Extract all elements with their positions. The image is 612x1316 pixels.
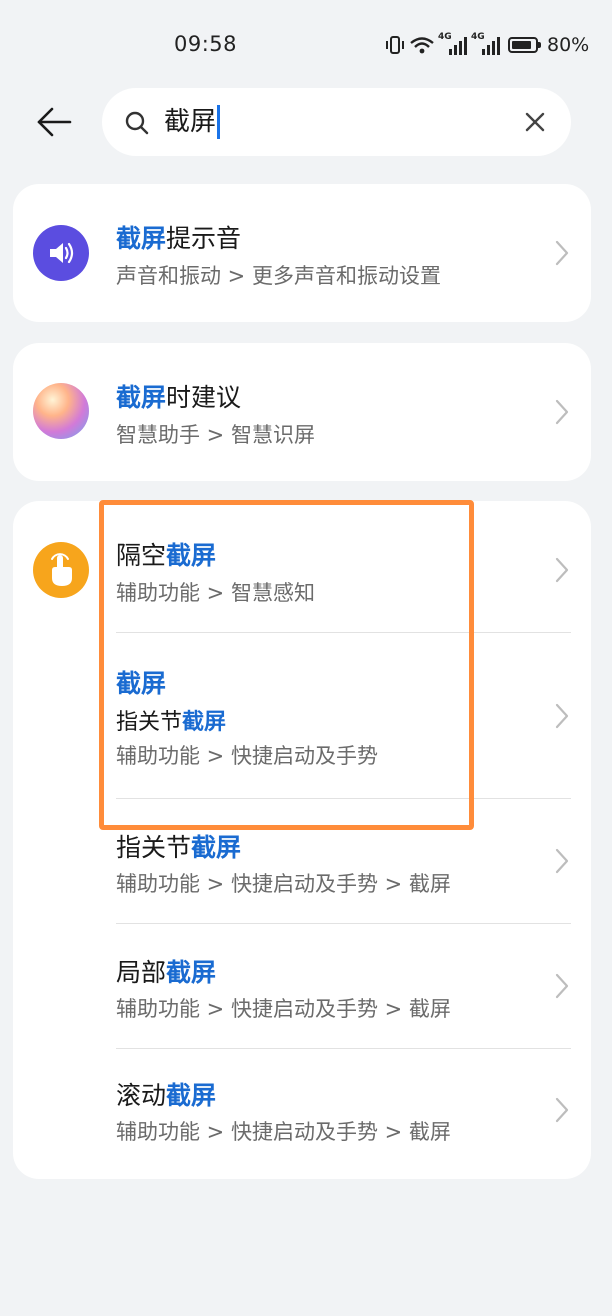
chevron-right-icon [555, 703, 569, 729]
arrow-left-icon [37, 107, 72, 137]
result-path: 辅助功能 > 智慧感知 [116, 581, 315, 605]
chevron-right-icon [555, 848, 569, 874]
search-query: 截屏 [164, 107, 217, 137]
result-path: 辅助功能 > 快捷启动及手势 [116, 744, 378, 768]
search-icon [125, 111, 149, 135]
search-box[interactable]: 截屏 [102, 88, 571, 156]
wifi-icon [410, 37, 434, 54]
result-path: 辅助功能 > 快捷启动及手势 > 截屏 [116, 872, 451, 896]
close-icon [525, 112, 545, 132]
result-title: 隔空截屏 [116, 541, 217, 570]
chevron-right-icon [555, 973, 569, 999]
result-title: 滚动截屏 [116, 1081, 217, 1110]
result-card: 截屏时建议 智慧助手 > 智慧识屏 [13, 343, 591, 481]
search-input[interactable]: 截屏 [164, 104, 221, 140]
result-card: 隔空截屏 辅助功能 > 智慧感知 截屏 指关节截屏 辅助功能 > 快捷启动及手势… [13, 501, 591, 1179]
result-card: 截屏提示音 声音和振动 > 更多声音和振动设置 [13, 184, 591, 322]
chevron-right-icon [555, 240, 569, 266]
result-title: 截屏 [116, 669, 167, 698]
result-title: 局部截屏 [116, 958, 217, 987]
result-path: 辅助功能 > 快捷启动及手势 > 截屏 [116, 997, 451, 1021]
status-time: 09:58 [174, 32, 238, 56]
signal-icon: 4G [471, 33, 501, 57]
result-scrolling-screenshot[interactable]: 滚动截屏 辅助功能 > 快捷启动及手势 > 截屏 [13, 1048, 591, 1179]
result-partial-screenshot[interactable]: 局部截屏 辅助功能 > 快捷启动及手势 > 截屏 [13, 923, 591, 1048]
result-title: 截屏提示音 [116, 224, 242, 253]
status-icons: 4G 4G 80% [384, 30, 589, 60]
text-caret [217, 105, 221, 139]
battery-icon [508, 37, 541, 53]
back-button[interactable] [34, 102, 74, 142]
signal-icon: 4G [438, 33, 468, 57]
result-screenshot-suggestion[interactable]: 截屏时建议 智慧助手 > 智慧识屏 [13, 343, 591, 481]
chevron-right-icon [555, 557, 569, 583]
celia-orb-icon [33, 383, 89, 439]
result-screenshot[interactable]: 截屏 指关节截屏 辅助功能 > 快捷启动及手势 [13, 632, 591, 799]
result-title: 截屏时建议 [116, 383, 242, 412]
result-knuckle-screenshot[interactable]: 指关节截屏 辅助功能 > 快捷启动及手势 > 截屏 [13, 798, 591, 923]
result-path: 辅助功能 > 快捷启动及手势 > 截屏 [116, 1120, 451, 1144]
chevron-right-icon [555, 399, 569, 425]
result-path: 声音和振动 > 更多声音和振动设置 [116, 264, 441, 288]
speaker-icon [33, 225, 89, 281]
status-bar: 09:58 4G 4G 80% [0, 0, 612, 90]
clear-search-button[interactable] [521, 108, 549, 136]
result-screenshot-sound[interactable]: 截屏提示音 声音和振动 > 更多声音和振动设置 [13, 184, 591, 322]
battery-percent: 80% [547, 34, 590, 56]
result-subtitle: 指关节截屏 [116, 710, 227, 735]
vibrate-icon [386, 36, 404, 54]
result-title: 指关节截屏 [116, 833, 242, 862]
chevron-right-icon [555, 1097, 569, 1123]
result-path: 智慧助手 > 智慧识屏 [116, 423, 315, 447]
result-air-screenshot[interactable]: 隔空截屏 辅助功能 > 智慧感知 [13, 501, 591, 632]
